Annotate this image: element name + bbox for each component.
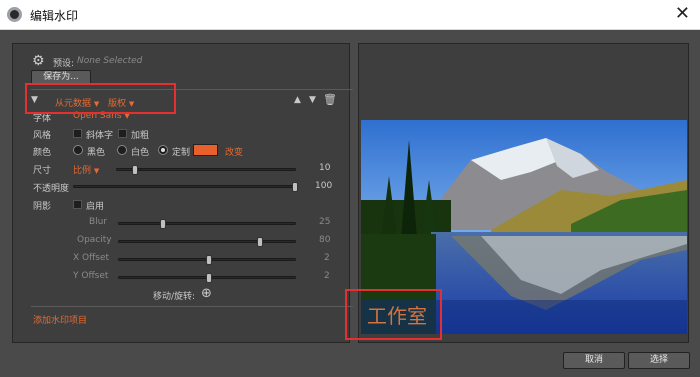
y-offset-value: 2 [324,271,330,281]
chevron-down-icon: ▼ [93,167,100,175]
color-swatch[interactable] [193,144,218,156]
settings-panel: ⚙ 预设: None Selected 保存为... ▼ 从元数据 ▼ 版权 ▼… [12,43,353,343]
color-custom-label: 定制 [172,148,191,158]
color-custom-radio[interactable] [158,145,168,155]
shadow-opacity-value: 80 [319,235,331,245]
color-black-label: 黑色 [87,148,106,158]
title-bar: 编辑水印 ✕ [0,0,700,30]
dialog-body: ⚙ 预设: None Selected 保存为... ▼ 从元数据 ▼ 版权 ▼… [0,30,700,377]
y-offset-slider[interactable] [118,273,296,283]
bold-label: 加粗 [131,131,150,141]
select-button[interactable]: 选择 [628,352,690,369]
opacity-label: 不透明度 [33,184,70,194]
color-white-label: 白色 [131,148,150,158]
size-mode-label: 比例 [73,166,92,176]
y-offset-slider-thumb[interactable] [205,273,212,283]
blur-value: 25 [319,217,331,227]
preview-panel: 工作室 [345,43,689,343]
x-offset-label: X Offset [73,253,110,263]
shadow-enable-checkbox[interactable] [73,200,82,209]
color-black-radio[interactable] [73,145,83,155]
shadow-opacity-slider[interactable] [118,237,296,247]
shadow-opacity-slider-thumb[interactable] [256,237,263,247]
italic-label: 斜体字 [86,131,114,141]
blur-slider-thumb[interactable] [160,219,166,229]
opacity-slider-thumb[interactable] [292,182,298,192]
y-offset-label: Y Offset [73,271,109,281]
gear-icon[interactable]: ⚙ [32,54,46,68]
opacity-value: 100 [315,181,333,191]
color-white-radio[interactable] [117,145,127,155]
shadow-label: 阴影 [33,202,52,212]
style-label: 风格 [33,131,52,141]
preset-label: 预设: [53,59,75,69]
size-mode-dropdown[interactable]: 比例 ▼ [73,163,99,176]
preset-value[interactable]: None Selected [77,56,142,66]
size-value: 10 [319,163,331,173]
highlight-box [345,289,442,340]
size-slider[interactable] [116,165,296,175]
move-down-icon[interactable]: ▼ [309,95,316,105]
x-offset-slider-thumb[interactable] [205,255,212,265]
app-icon [7,7,22,22]
change-color-link[interactable]: 改变 [225,145,243,158]
close-icon[interactable]: ✕ [675,3,690,25]
highlight-box [25,83,176,114]
trash-icon[interactable]: 🗑 [323,93,337,106]
window-title: 编辑水印 [30,9,79,23]
color-label: 颜色 [33,148,52,158]
x-offset-value: 2 [324,253,330,263]
shadow-opacity-label: Opacity [77,235,112,245]
bold-checkbox[interactable] [118,129,127,138]
divider [31,306,353,307]
size-label: 尺寸 [33,166,52,176]
move-up-icon[interactable]: ▲ [294,95,301,105]
cancel-button[interactable]: 取消 [563,352,625,369]
x-offset-slider[interactable] [118,255,296,265]
move-rotate-icon[interactable]: ⊕ [201,286,212,301]
shadow-enable-label: 启用 [86,202,105,212]
blur-slider[interactable] [118,219,296,229]
opacity-slider[interactable] [73,182,298,192]
italic-checkbox[interactable] [73,129,82,138]
add-watermark-item-link[interactable]: 添加水印项目 [33,313,87,326]
size-slider-thumb[interactable] [131,165,138,175]
move-rotate-label: 移动/旋转: [153,292,196,302]
blur-label: Blur [89,217,108,227]
